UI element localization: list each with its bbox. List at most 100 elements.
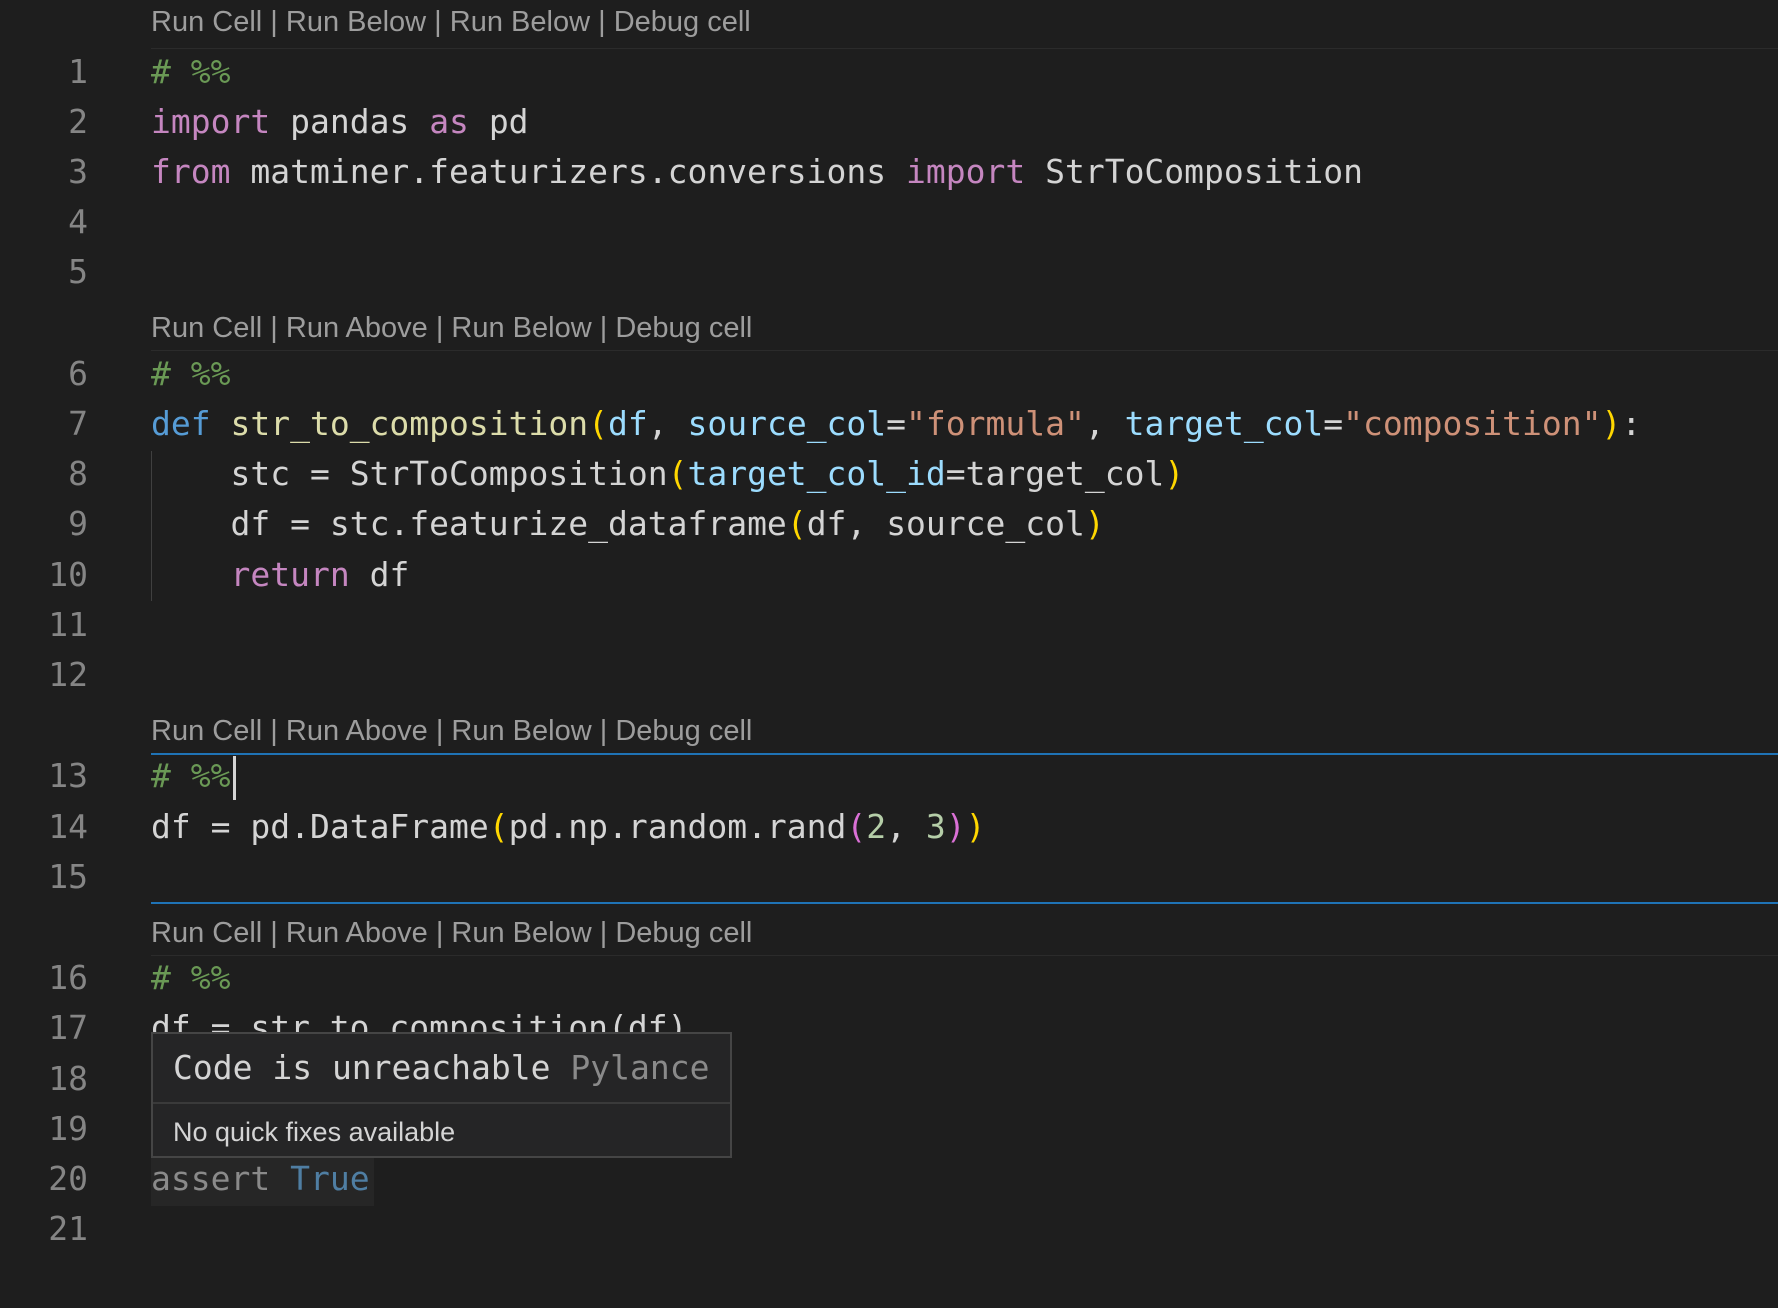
codelens-cell-1: Run Cell | Run Below | Run Below | Debug… [151,2,751,42]
hover-message: Code is unreachable Pylance [173,1046,709,1090]
line-number: 6 [68,354,88,393]
line-number: 10 [48,555,88,594]
function-call: pd.np.random.rand [508,807,847,846]
class-name: StrToComposition [1045,152,1363,191]
codelens-separator: | [591,715,616,747]
keyword: as [429,102,469,141]
codelens-separator: | [426,6,450,38]
codelens-separator: | [590,6,614,38]
return-value: df [369,555,410,594]
line-number: 18 [48,1059,88,1098]
line-number: 2 [68,102,88,141]
code-line-9[interactable]: df = stc.featurize_dataframe(df, source_… [151,499,1104,549]
number-literal: 2 [866,807,887,846]
number-literal: 3 [925,807,946,846]
argument: source_col [886,504,1085,543]
cell-marker-comment: # %% [151,756,231,795]
code-line-10[interactable]: return df [151,550,409,600]
codelens-cell-2: Run Cell | Run Above | Run Below | Debug… [151,308,752,348]
run-cell-link[interactable]: Run Cell [151,917,262,949]
line-number: 20 [48,1159,88,1198]
keyword: import [151,102,271,141]
run-below-link[interactable]: Run Below [451,715,591,747]
debug-cell-link[interactable]: Debug cell [615,917,752,949]
code-line-6[interactable]: # %% [151,349,230,399]
line-number: 4 [68,202,88,241]
run-cell-link[interactable]: Run Cell [151,715,262,747]
variable: stc [230,454,291,493]
codelens-separator: | [262,715,286,747]
method-call: stc.featurize_dataframe [329,504,787,543]
codelens-separator: | [262,917,286,949]
code-line-13[interactable]: # %% [151,751,230,801]
line-number: 11 [48,605,88,644]
codelens-separator: | [427,715,452,747]
class-call: StrToComposition [349,454,668,493]
cell-marker-comment: # %% [151,958,231,997]
function-name: str_to_composition [230,404,589,443]
code-line-20[interactable]: assert True [151,1154,370,1204]
module-name: pandas [290,102,410,141]
run-above-link[interactable]: Run Above [286,917,428,949]
run-below-link[interactable]: Run Below [451,312,591,344]
module-name: matminer.featurizers.conversions [250,152,887,191]
code-line-14[interactable]: df = pd.DataFrame(pd.np.random.rand(2, 3… [151,802,986,852]
debug-cell-link[interactable]: Debug cell [614,6,751,38]
cell-marker-comment: # %% [151,52,231,91]
code-line-16[interactable]: # %% [151,953,230,1003]
run-below-link[interactable]: Run Below [286,6,426,38]
line-number: 14 [48,807,88,846]
code-line-2[interactable]: import pandas as pd [151,97,529,147]
text-cursor [233,756,236,800]
active-cell-bottom-border [151,902,1778,904]
line-number: 19 [48,1109,88,1148]
codelens-separator: | [591,312,616,344]
constant: True [290,1159,370,1198]
codelens-separator: | [262,6,286,38]
code-line-17[interactable]: df = str_to_composition(df) [151,1003,687,1033]
line-number: 1 [68,52,88,91]
keyword: assert [151,1159,271,1198]
codelens-separator: | [427,312,452,344]
codelens-cell-4: Run Cell | Run Above | Run Below | Debug… [151,913,752,953]
keyword: return [230,555,350,594]
run-cell-link[interactable]: Run Cell [151,312,262,344]
code-line-1[interactable]: # %% [151,47,230,97]
class-call: pd.DataFrame [250,807,489,846]
line-number: 13 [48,756,88,795]
run-below-link[interactable]: Run Below [450,6,590,38]
parameter: source_col [687,404,887,443]
cell-separator [151,955,1778,956]
keyword: from [151,152,231,191]
codelens-separator: | [262,312,286,344]
line-number: 15 [48,857,88,896]
quick-fix-status: No quick fixes available [173,1117,456,1147]
code-line-8[interactable]: stc = StrToComposition(target_col_id=tar… [151,449,1184,499]
line-number: 16 [48,958,88,997]
variable: df [151,807,191,846]
string-literal: "formula" [906,404,1085,443]
keyword: def [151,404,211,443]
hover-divider [153,1102,730,1104]
run-cell-link[interactable]: Run Cell [151,6,262,38]
parameter: df [607,404,648,443]
debug-cell-link[interactable]: Debug cell [615,715,752,747]
keyword-argument: target_col_id [687,454,946,493]
run-below-link[interactable]: Run Below [451,917,591,949]
code-line-3[interactable]: from matminer.featurizers.conversions im… [151,147,1363,197]
active-cell-top-border [151,753,1778,755]
line-number: 3 [68,152,88,191]
keyword: import [906,152,1026,191]
cell-separator [151,48,1778,49]
diagnostic-source: Pylance [570,1048,710,1087]
debug-cell-link[interactable]: Debug cell [615,312,752,344]
cell-separator [151,350,1778,351]
line-number: 17 [48,1008,88,1047]
run-above-link[interactable]: Run Above [286,312,428,344]
code-line-7[interactable]: def str_to_composition(df, source_col="f… [151,399,1641,449]
argument: df [806,504,847,543]
diagnostic-message: Code is unreachable [173,1048,551,1087]
line-number: 5 [68,252,88,291]
run-above-link[interactable]: Run Above [286,715,428,747]
diagnostic-hover-popup: Code is unreachable Pylance No quick fix… [151,1032,732,1158]
